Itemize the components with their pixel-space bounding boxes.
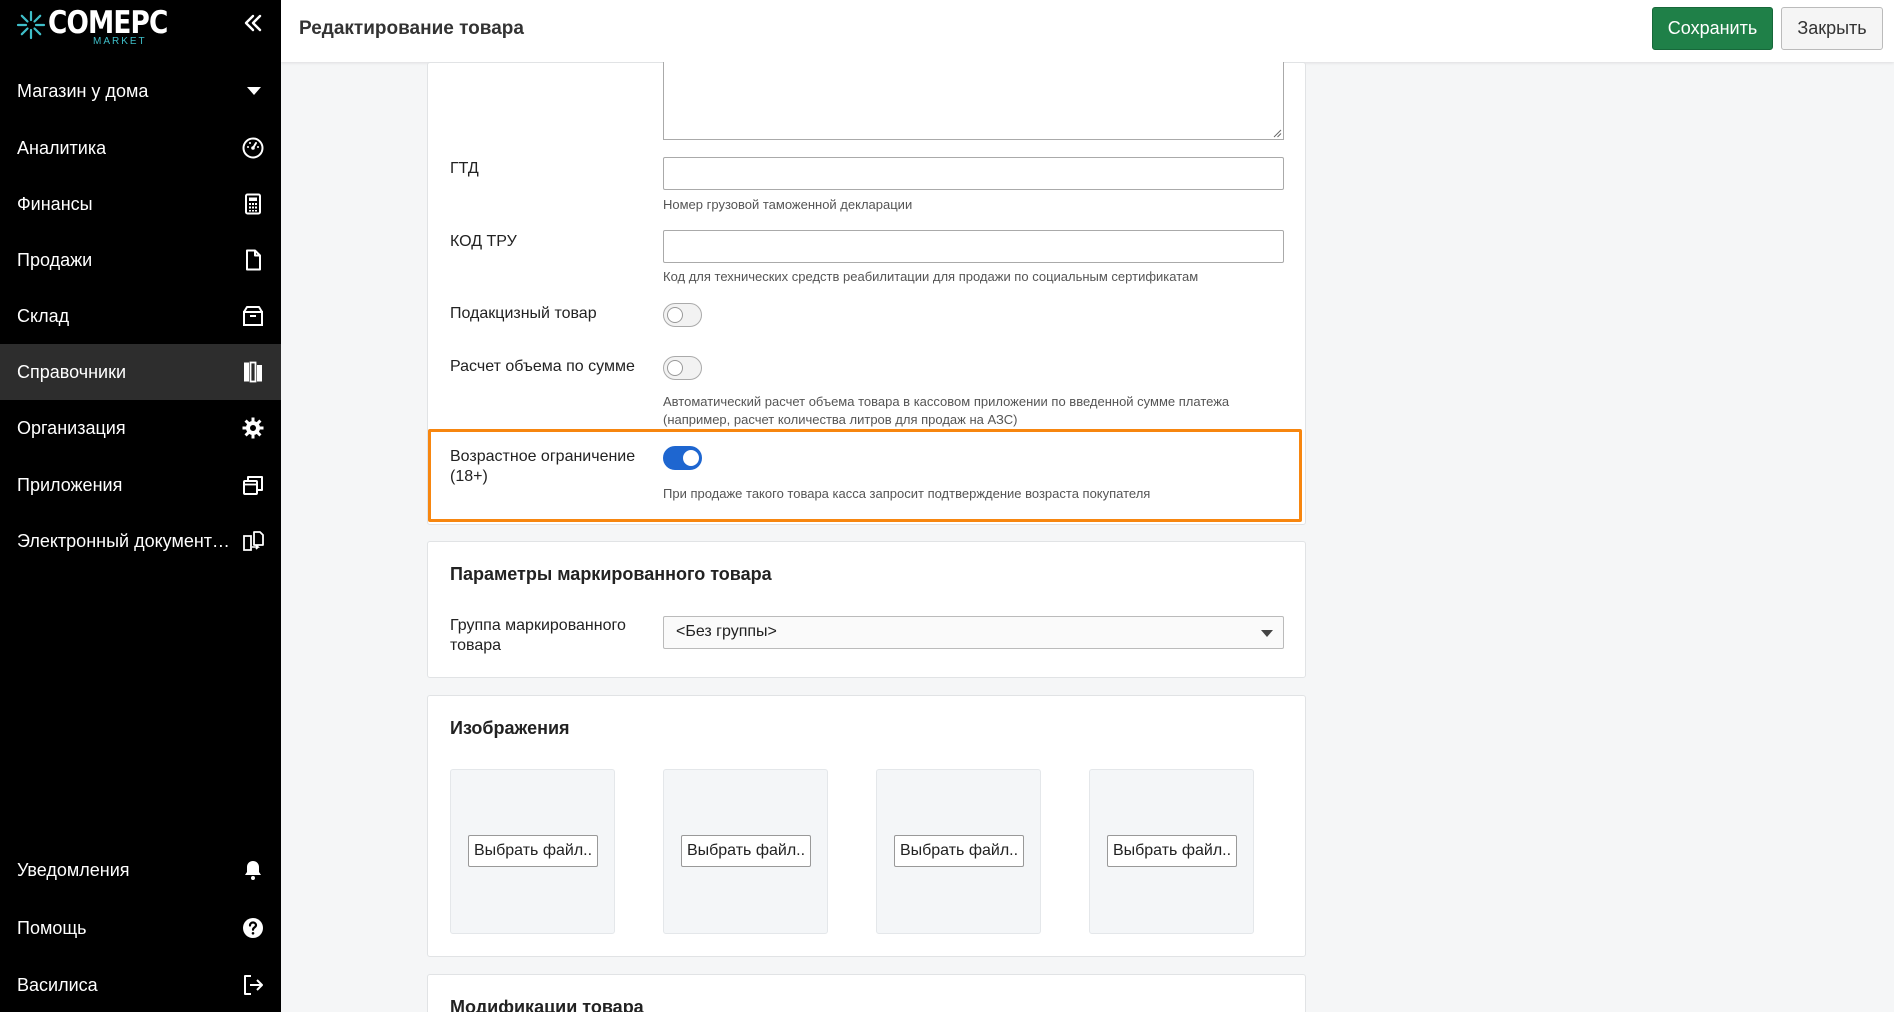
windows-icon xyxy=(241,473,265,497)
books-icon xyxy=(241,360,265,384)
store-name: Магазин у дома xyxy=(17,80,149,101)
collapse-sidebar-icon[interactable] xyxy=(240,10,268,38)
age-limit-hint: При продаже такого товара касса запросит… xyxy=(663,486,1151,501)
sidebar: COMEPC MARKET Магазин у дома Аналитика Ф… xyxy=(0,0,281,1012)
gauge-icon xyxy=(241,136,265,160)
close-button[interactable]: Закрыть xyxy=(1781,7,1883,50)
sidebar-item-apps[interactable]: Приложения xyxy=(0,457,281,513)
sidebar-item-warehouse[interactable]: Склад xyxy=(0,288,281,344)
excise-toggle[interactable] xyxy=(663,303,702,327)
image-slot[interactable]: Выбрать файл.. xyxy=(876,769,1041,934)
logo-subtitle: MARKET xyxy=(93,36,147,47)
age-limit-highlight xyxy=(428,429,1302,522)
image-slot[interactable]: Выбрать файл.. xyxy=(663,769,828,934)
gtd-hint: Номер грузовой таможенной декларации xyxy=(663,197,913,212)
choose-file-button[interactable]: Выбрать файл.. xyxy=(681,835,811,867)
images-title: Изображения xyxy=(450,718,570,738)
gtd-label: ГТД xyxy=(450,160,479,177)
calculator-icon xyxy=(241,192,265,216)
sidebar-item-label: Аналитика xyxy=(17,137,107,158)
sidebar-item-label: Электронный документооборот xyxy=(17,530,239,551)
marked-group-value: <Без группы> xyxy=(676,623,777,640)
store-selector[interactable]: Магазин у дома xyxy=(0,70,281,112)
sidebar-item-notifications[interactable]: Уведомления xyxy=(0,842,281,898)
marked-group-label: Группа маркированного xyxy=(450,617,626,634)
marked-group-label-2: товара xyxy=(450,637,502,654)
logo-text: COMEPC xyxy=(48,5,168,41)
sidebar-item-label: Приложения xyxy=(17,474,123,495)
volume-by-sum-hint-2: (например, расчет количества литров для … xyxy=(663,412,1018,427)
logo-star-icon xyxy=(16,10,46,40)
page-title: Редактирование товара xyxy=(299,18,524,39)
marked-goods-panel xyxy=(427,541,1306,678)
caret-down-icon xyxy=(1261,630,1273,637)
sidebar-item-label: Справочники xyxy=(17,361,127,382)
age-limit-label: Возрастное ограничение xyxy=(450,448,636,465)
top-bar: Редактирование товара Сохранить Закрыть xyxy=(281,0,1894,62)
sidebar-item-edo[interactable]: Электронный документооборот xyxy=(0,513,281,569)
sidebar-item-label: Помощь xyxy=(17,917,87,938)
save-button[interactable]: Сохранить xyxy=(1652,7,1773,50)
logout-icon xyxy=(241,973,265,997)
chevron-down-icon xyxy=(247,87,261,95)
excise-label: Подакцизный товар xyxy=(450,305,597,322)
image-slot[interactable]: Выбрать файл.. xyxy=(1089,769,1254,934)
age-limit-toggle[interactable] xyxy=(663,446,702,470)
volume-by-sum-label: Расчет объема по сумме xyxy=(450,358,635,375)
modifications-title: Модификации товара xyxy=(450,997,644,1012)
volume-by-sum-hint: Автоматический расчет объема товара в ка… xyxy=(663,394,1230,409)
bell-icon xyxy=(241,858,265,882)
document-icon xyxy=(241,248,265,272)
marked-group-select[interactable]: <Без группы> xyxy=(663,616,1284,649)
gear-icon xyxy=(241,416,265,440)
choose-file-button[interactable]: Выбрать файл.. xyxy=(468,835,598,867)
tru-code-input[interactable] xyxy=(663,230,1284,263)
sidebar-item-label: Организация xyxy=(17,417,126,438)
choose-file-button[interactable]: Выбрать файл.. xyxy=(1107,835,1237,867)
sidebar-item-analytics[interactable]: Аналитика xyxy=(0,120,281,176)
tru-code-hint: Код для технических средств реабилитации… xyxy=(663,269,1199,284)
choose-file-button[interactable]: Выбрать файл.. xyxy=(894,835,1024,867)
sidebar-item-finance[interactable]: Финансы xyxy=(0,176,281,232)
image-slot[interactable]: Выбрать файл.. xyxy=(450,769,615,934)
box-icon xyxy=(241,304,265,328)
description-textarea[interactable] xyxy=(663,62,1284,140)
gtd-input[interactable] xyxy=(663,157,1284,190)
sidebar-item-label: Василиса xyxy=(17,974,98,995)
sidebar-item-label: Склад xyxy=(17,305,70,326)
volume-by-sum-toggle[interactable] xyxy=(663,356,702,380)
sidebar-item-label: Уведомления xyxy=(17,859,130,880)
sidebar-item-label: Финансы xyxy=(17,193,93,214)
resize-grip-icon[interactable] xyxy=(1272,128,1282,138)
tru-code-label: КОД ТРУ xyxy=(450,233,517,250)
age-limit-label-2: (18+) xyxy=(450,468,488,485)
help-icon xyxy=(241,916,265,940)
sidebar-item-user[interactable]: Василиса xyxy=(0,957,281,1012)
marked-goods-title: Параметры маркированного товара xyxy=(450,564,772,584)
sidebar-item-label: Продажи xyxy=(17,249,93,270)
sidebar-item-directories[interactable]: Справочники xyxy=(0,344,281,400)
doc-exchange-icon xyxy=(241,529,265,553)
sidebar-item-help[interactable]: Помощь xyxy=(0,900,281,956)
sidebar-item-organization[interactable]: Организация xyxy=(0,400,281,456)
sidebar-item-sales[interactable]: Продажи xyxy=(0,232,281,288)
